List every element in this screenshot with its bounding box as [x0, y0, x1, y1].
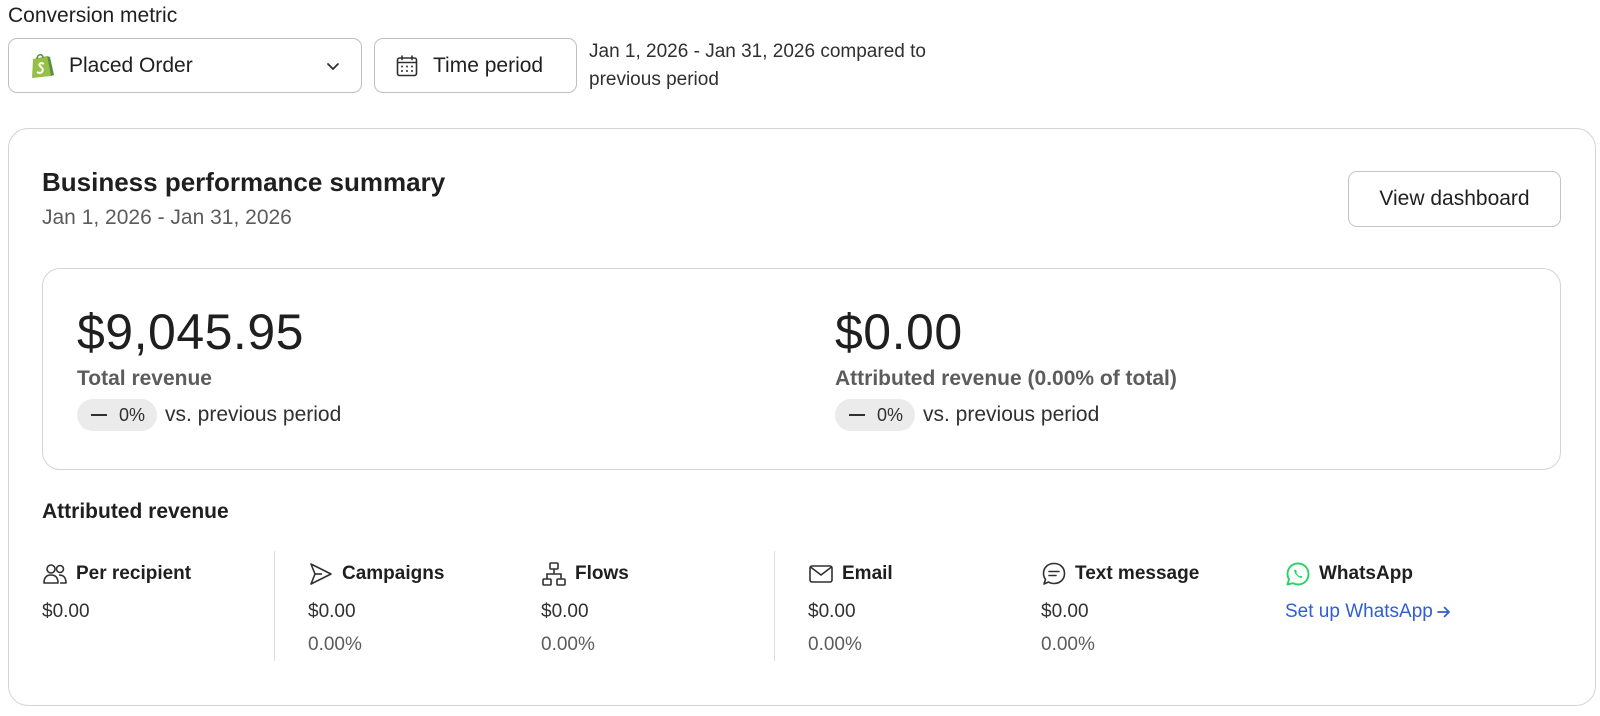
conversion-metric-label: Conversion metric: [8, 4, 178, 27]
metric-value: $0.00: [808, 601, 856, 622]
total-revenue-block: $9,045.95 Total revenue 0% vs. previous …: [77, 303, 341, 431]
change-value: 0%: [119, 404, 146, 425]
page: Conversion metric Placed Order Time peri…: [0, 0, 1600, 716]
metric-label: Flows: [575, 563, 629, 584]
dash-icon: [91, 414, 107, 416]
revenue-overview-box: $9,045.95 Total revenue 0% vs. previous …: [42, 268, 1561, 470]
attributed-revenue-amount: $0.00: [835, 304, 963, 360]
dash-icon: [849, 414, 865, 416]
metric-email: Email $0.00 0.00%: [808, 561, 893, 656]
metric-label: Email: [842, 563, 893, 584]
metric-flows: Flows $0.00 0.00%: [541, 561, 629, 656]
metric-percent: 0.00%: [308, 634, 362, 655]
setup-whatsapp-link[interactable]: Set up WhatsApp: [1285, 601, 1453, 623]
chevron-down-icon: [323, 56, 343, 76]
change-badge: 0%: [835, 399, 916, 431]
metric-percent: 0.00%: [808, 634, 862, 655]
total-revenue-change: 0% vs. previous period: [77, 399, 341, 431]
metric-percent: 0.00%: [541, 634, 595, 655]
conversion-metric-select[interactable]: Placed Order: [8, 38, 362, 93]
attributed-revenue-title: Attributed revenue: [42, 500, 229, 523]
metric-value: $0.00: [1041, 601, 1089, 622]
shopify-icon: [29, 52, 55, 80]
metric-value: $0.00: [42, 601, 90, 622]
attributed-revenue-block: $0.00 Attributed revenue (0.00% of total…: [835, 303, 1177, 431]
send-icon: [310, 563, 332, 585]
people-icon: [43, 564, 67, 584]
business-performance-card: Business performance summary Jan 1, 2026…: [8, 128, 1596, 706]
view-dashboard-button[interactable]: View dashboard: [1348, 171, 1561, 227]
metric-value: $0.00: [541, 601, 589, 622]
metric-text-message: Text message $0.00 0.00%: [1041, 561, 1199, 656]
summary-date-range: Jan 1, 2026 - Jan 31, 2026: [42, 206, 292, 229]
total-revenue-label: Total revenue: [77, 367, 212, 390]
divider: [274, 551, 275, 661]
attributed-revenue-change: 0% vs. previous period: [835, 399, 1177, 431]
metric-label: WhatsApp: [1319, 563, 1413, 584]
summary-title: Business performance summary: [42, 167, 446, 197]
metric-label: Per recipient: [76, 563, 192, 584]
total-revenue-amount: $9,045.95: [77, 304, 304, 360]
period-comparison-text: Jan 1, 2026 - Jan 31, 2026 compared to p…: [589, 41, 926, 90]
change-badge: 0%: [77, 399, 158, 431]
metric-percent: 0.00%: [1041, 634, 1095, 655]
flow-icon: [542, 562, 566, 586]
metric-whatsapp: WhatsApp Set up WhatsApp: [1285, 561, 1453, 623]
calendar-icon: [395, 54, 419, 78]
comparison-text: vs. previous period: [165, 403, 342, 426]
whatsapp-icon: [1286, 562, 1310, 586]
metric-label: Campaigns: [342, 563, 445, 584]
metric-label: Text message: [1075, 563, 1200, 584]
comparison-text: vs. previous period: [923, 403, 1100, 426]
attributed-revenue-label: Attributed revenue (0.00% of total): [835, 367, 1177, 390]
chat-icon: [1042, 562, 1066, 585]
divider: [774, 551, 775, 661]
metric-value: $0.00: [308, 601, 356, 622]
metric-per-recipient: Per recipient $0.00: [42, 561, 191, 623]
time-period-button[interactable]: Time period: [374, 38, 577, 93]
arrow-right-icon: [1437, 606, 1450, 618]
selected-metric: Placed Order: [69, 53, 193, 77]
setup-whatsapp-label: Set up WhatsApp: [1285, 601, 1433, 622]
time-period-label: Time period: [433, 53, 544, 77]
metric-campaigns: Campaigns $0.00 0.00%: [308, 561, 444, 656]
change-value: 0%: [877, 404, 904, 425]
mail-icon: [809, 565, 833, 583]
